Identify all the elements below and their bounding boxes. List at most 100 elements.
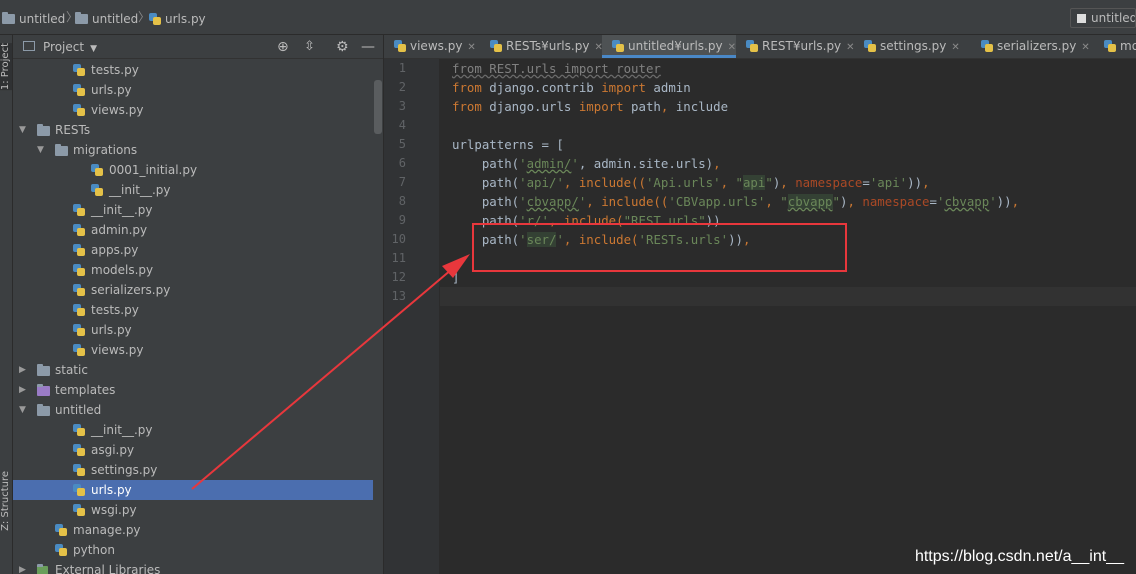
- folder-icon: [55, 144, 68, 156]
- tree-item[interactable]: ▶ External Libraries: [13, 560, 373, 574]
- tree-item[interactable]: __init__.py: [13, 180, 373, 200]
- python-file-icon: [490, 40, 502, 52]
- editor-tab[interactable]: RESTs¥urls.py ✕: [480, 35, 603, 58]
- line-number: 5: [398, 137, 406, 151]
- python-file-icon: [981, 40, 993, 52]
- editor-tab[interactable]: serializers.py ✕: [971, 35, 1094, 58]
- editor-tab[interactable]: views.py ✕: [384, 35, 480, 58]
- collapsed-arrow-icon[interactable]: ▶: [19, 560, 29, 574]
- tree-item-label: __init__.py: [109, 183, 171, 197]
- tree-item[interactable]: serializers.py: [13, 280, 373, 300]
- close-tab-icon[interactable]: ✕: [1081, 42, 1089, 53]
- tree-item[interactable]: admin.py: [13, 220, 373, 240]
- python-file-icon: [55, 524, 67, 536]
- python-file-icon: [73, 104, 85, 116]
- editor-tab[interactable]: mode: [1094, 35, 1136, 58]
- python-file-icon: [394, 40, 406, 52]
- tree-item[interactable]: views.py: [13, 100, 373, 120]
- collapsed-arrow-icon[interactable]: ▶: [19, 380, 29, 400]
- project-panel-header: Project ▼ ⊕ ⇳ ⚙ —: [13, 35, 383, 59]
- tree-item[interactable]: apps.py: [13, 240, 373, 260]
- editor-tab[interactable]: untitled¥urls.py ✕: [602, 35, 736, 58]
- code-line-10: path('ser/', include('RESTs.urls')),: [452, 232, 751, 247]
- tree-item[interactable]: urls.py: [13, 320, 373, 340]
- tree-item[interactable]: python: [13, 540, 373, 560]
- code-line-7: path('api/', include(('Api.urls', "api")…: [452, 175, 930, 190]
- tree-item[interactable]: asgi.py: [13, 440, 373, 460]
- folder-icon: [37, 364, 50, 376]
- tree-item[interactable]: wsgi.py: [13, 500, 373, 520]
- structure-tool-tab[interactable]: Z: Structure: [0, 471, 12, 531]
- close-tab-icon[interactable]: ✕: [728, 42, 736, 53]
- tree-item[interactable]: ▼ migrations: [13, 140, 373, 160]
- expanded-arrow-icon[interactable]: ▼: [19, 400, 29, 420]
- python-file-icon: [55, 544, 67, 556]
- editor-tab[interactable]: settings.py ✕: [854, 35, 971, 58]
- breadcrumb-label: untitled: [92, 12, 139, 26]
- tree-item-label: static: [55, 363, 88, 377]
- tree-scrollbar[interactable]: [374, 80, 382, 134]
- tree-item[interactable]: urls.py: [13, 480, 373, 500]
- breadcrumb-project[interactable]: untitled: [2, 0, 65, 35]
- code-line-6: path('admin/', admin.site.urls),: [452, 156, 721, 171]
- dropdown-arrow-icon: ▼: [90, 44, 97, 54]
- tree-item-label: manage.py: [73, 523, 141, 537]
- tree-item[interactable]: __init__.py: [13, 420, 373, 440]
- project-view-selector[interactable]: Project ▼: [43, 35, 97, 61]
- tree-item-label: asgi.py: [91, 443, 135, 457]
- tree-item[interactable]: models.py: [13, 260, 373, 280]
- editor-tab[interactable]: REST¥urls.py ✕: [736, 35, 855, 58]
- python-file-icon: [73, 244, 85, 256]
- expanded-arrow-icon[interactable]: ▼: [37, 140, 47, 160]
- close-tab-icon[interactable]: ✕: [951, 42, 959, 53]
- tree-item-label: python: [73, 543, 115, 557]
- tree-item[interactable]: settings.py: [13, 460, 373, 480]
- code-editor[interactable]: from REST.urls import router from django…: [439, 59, 1136, 574]
- collapse-all-icon[interactable]: ⇳: [304, 39, 315, 55]
- project-panel-title: Project: [43, 40, 85, 54]
- locate-file-icon[interactable]: ⊕: [277, 39, 289, 55]
- tree-item[interactable]: views.py: [13, 340, 373, 360]
- gear-icon[interactable]: ⚙: [336, 39, 349, 55]
- tree-item-label: models.py: [91, 263, 154, 277]
- chevron-right-icon: 〉: [138, 10, 151, 24]
- python-file-icon: [73, 304, 85, 316]
- tree-item-label: tests.py: [91, 63, 139, 77]
- tree-item-label: External Libraries: [55, 563, 161, 574]
- code-line-8: path('cbvapp/', include(('CBVapp.urls', …: [452, 194, 1020, 209]
- tree-item-label: 0001_initial.py: [109, 163, 198, 177]
- python-file-icon: [149, 13, 161, 25]
- breadcrumb-folder[interactable]: untitled: [75, 0, 138, 35]
- tree-item-label: __init__.py: [91, 423, 153, 437]
- tree-item[interactable]: __init__.py: [13, 200, 373, 220]
- tree-item-label: tests.py: [91, 303, 139, 317]
- collapsed-arrow-icon[interactable]: ▶: [19, 360, 29, 380]
- hide-panel-icon[interactable]: —: [361, 39, 375, 55]
- tree-item[interactable]: urls.py: [13, 80, 373, 100]
- tab-label: untitled¥urls.py: [628, 39, 723, 53]
- folder-icon: [37, 384, 50, 396]
- folder-icon: [75, 12, 88, 24]
- tree-item[interactable]: ▶ static: [13, 360, 373, 380]
- tree-item-label: serializers.py: [91, 283, 171, 297]
- tree-item[interactable]: tests.py: [13, 300, 373, 320]
- tree-item[interactable]: ▼ RESTs: [13, 120, 373, 140]
- project-tool-tab[interactable]: 1: Project: [0, 43, 12, 91]
- python-file-icon: [73, 84, 85, 96]
- tree-item[interactable]: ▼ untitled: [13, 400, 373, 420]
- tree-item[interactable]: tests.py: [13, 60, 373, 80]
- python-file-icon: [73, 464, 85, 476]
- tree-item-label: views.py: [91, 103, 144, 117]
- close-tab-icon[interactable]: ✕: [467, 42, 475, 53]
- tree-item[interactable]: 0001_initial.py: [13, 160, 373, 180]
- run-configuration-selector[interactable]: untitled: [1070, 8, 1136, 28]
- editor-gutter: 1 2 3 4 5 6 7 8 9 10 11 12 13: [384, 59, 448, 574]
- line-number: 10: [391, 232, 406, 246]
- tree-item[interactable]: manage.py: [13, 520, 373, 540]
- expanded-arrow-icon[interactable]: ▼: [19, 120, 29, 140]
- line-number: 11: [391, 251, 406, 265]
- breadcrumb-file[interactable]: urls.py: [149, 0, 206, 35]
- tree-item[interactable]: ▶ templates: [13, 380, 373, 400]
- python-file-icon: [73, 204, 85, 216]
- line-number: 12: [391, 270, 406, 284]
